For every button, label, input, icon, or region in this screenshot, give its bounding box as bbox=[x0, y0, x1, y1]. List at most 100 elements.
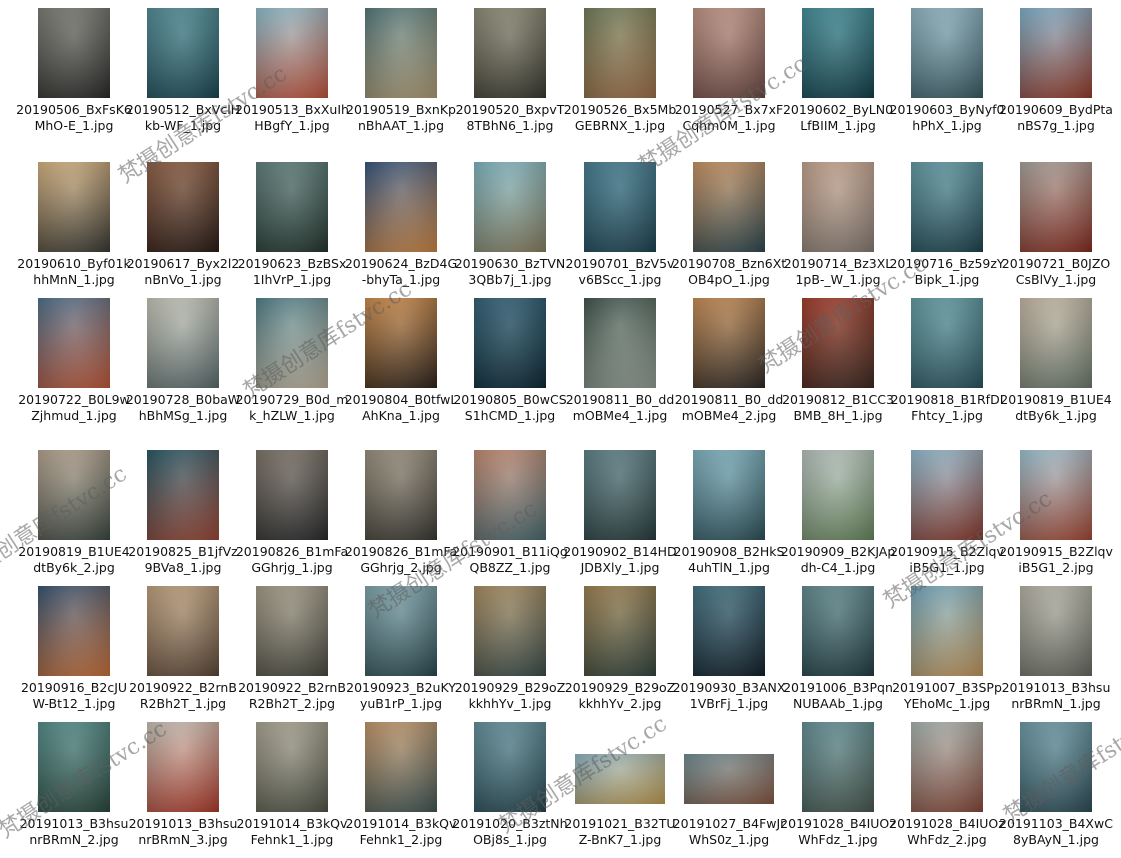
image-thumbnail[interactable] bbox=[256, 8, 328, 98]
file-tile[interactable]: 20190915_B2ZlqviB5G1_1.jpg bbox=[890, 450, 1004, 586]
image-thumbnail[interactable] bbox=[911, 722, 983, 812]
image-thumbnail[interactable] bbox=[911, 8, 983, 98]
file-tile[interactable]: 20190811_B0_ddmOBMe4_1.jpg bbox=[566, 298, 674, 434]
image-thumbnail[interactable] bbox=[911, 298, 983, 388]
image-thumbnail[interactable] bbox=[911, 450, 983, 540]
file-tile[interactable]: 20190909_B2KJApdh-C4_1.jpg bbox=[781, 450, 895, 586]
file-tile[interactable]: 20190527_Bx7xFCqhm0M_1.jpg bbox=[675, 8, 783, 144]
image-thumbnail[interactable] bbox=[693, 162, 765, 252]
file-tile[interactable]: 20190603_ByNyf0hPhX_1.jpg bbox=[890, 8, 1004, 144]
file-tile[interactable]: 20190708_Bzn6XtOB4pO_1.jpg bbox=[672, 162, 786, 298]
image-thumbnail[interactable] bbox=[684, 754, 774, 804]
image-thumbnail[interactable] bbox=[802, 586, 874, 676]
file-tile[interactable]: 20190819_B1UE4dtBy6k_1.jpg bbox=[1000, 298, 1112, 434]
image-thumbnail[interactable] bbox=[911, 162, 983, 252]
file-tile[interactable]: 20190902_B14HDJDBXly_1.jpg bbox=[563, 450, 677, 586]
file-tile[interactable]: 20191027_B4FwJrWhS0z_1.jpg bbox=[673, 722, 785, 858]
image-thumbnail[interactable] bbox=[147, 162, 219, 252]
image-thumbnail[interactable] bbox=[911, 586, 983, 676]
file-tile[interactable]: 20190519_BxnKpnBhAAT_1.jpg bbox=[346, 8, 456, 144]
image-thumbnail[interactable] bbox=[365, 298, 437, 388]
file-tile[interactable]: 20191013_B3hsunrBRmN_3.jpg bbox=[129, 722, 237, 858]
file-tile[interactable]: 20190520_BxpvT8TBhN6_1.jpg bbox=[456, 8, 564, 144]
image-thumbnail[interactable] bbox=[802, 8, 874, 98]
file-tile[interactable]: 20190617_Byx2l2nBnVo_1.jpg bbox=[127, 162, 239, 298]
file-tile[interactable]: 20190826_B1mFaGGhrjg_2.jpg bbox=[345, 450, 457, 586]
image-thumbnail[interactable] bbox=[38, 722, 110, 812]
file-tile[interactable]: 20190922_B2rnBR2Bh2T_2.jpg bbox=[238, 586, 346, 722]
image-thumbnail[interactable] bbox=[474, 8, 546, 98]
image-thumbnail[interactable] bbox=[38, 162, 110, 252]
image-thumbnail[interactable] bbox=[474, 162, 546, 252]
image-thumbnail[interactable] bbox=[802, 722, 874, 812]
file-tile[interactable]: 20190826_B1mFaGGhrjg_1.jpg bbox=[236, 450, 348, 586]
file-tile[interactable]: 20190506_BxFsK6MhO-E_1.jpg bbox=[16, 8, 132, 144]
image-thumbnail[interactable] bbox=[38, 450, 110, 540]
file-tile[interactable]: 20191014_B3kQvFehnk1_2.jpg bbox=[346, 722, 456, 858]
file-tile[interactable]: 20191013_B3hsunrBRmN_2.jpg bbox=[20, 722, 128, 858]
file-tile[interactable]: 20190512_BxVclHkb-WF_1.jpg bbox=[126, 8, 240, 144]
file-tile[interactable]: 20191028_B4IUOzWhFdz_1.jpg bbox=[780, 722, 896, 858]
image-thumbnail[interactable] bbox=[584, 586, 656, 676]
file-tile[interactable]: 20191013_B3hsunrBRmN_1.jpg bbox=[1002, 586, 1110, 722]
image-thumbnail[interactable] bbox=[365, 162, 437, 252]
file-tile[interactable]: 20190922_B2rnBR2Bh2T_1.jpg bbox=[129, 586, 237, 722]
file-tile[interactable]: 20190929_B29oZkkhhYv_1.jpg bbox=[455, 586, 565, 722]
image-thumbnail[interactable] bbox=[147, 8, 219, 98]
image-thumbnail[interactable] bbox=[693, 298, 765, 388]
file-tile[interactable]: 20190623_BzBSx1IhVrP_1.jpg bbox=[238, 162, 346, 298]
image-thumbnail[interactable] bbox=[365, 450, 437, 540]
image-thumbnail[interactable] bbox=[1020, 162, 1092, 252]
file-tile[interactable]: 20190714_Bz3XL1pB-_W_1.jpg bbox=[784, 162, 892, 298]
image-thumbnail[interactable] bbox=[802, 450, 874, 540]
image-thumbnail[interactable] bbox=[474, 586, 546, 676]
file-tile[interactable]: 20190916_B2cJUW-Bt12_1.jpg bbox=[20, 586, 128, 722]
file-tile[interactable]: 20190923_B2uKYyuB1rP_1.jpg bbox=[346, 586, 456, 722]
image-thumbnail[interactable] bbox=[1020, 298, 1092, 388]
file-tile[interactable]: 20190624_BzD4G-bhyTa_1.jpg bbox=[345, 162, 457, 298]
file-tile[interactable]: 20191006_B3PqnNUBAAb_1.jpg bbox=[783, 586, 893, 722]
image-thumbnail[interactable] bbox=[365, 8, 437, 98]
file-tile[interactable]: 20190721_B0JZOCsBlVy_1.jpg bbox=[1002, 162, 1110, 298]
file-tile[interactable]: 20191028_B4IUOzWhFdz_2.jpg bbox=[889, 722, 1005, 858]
image-thumbnail[interactable] bbox=[147, 586, 219, 676]
file-tile[interactable]: 20190825_B1jfVz9BVa8_1.jpg bbox=[128, 450, 238, 586]
image-thumbnail[interactable] bbox=[256, 298, 328, 388]
file-tile[interactable]: 20191020_B3ztNhOBj8s_1.jpg bbox=[452, 722, 568, 858]
image-thumbnail[interactable] bbox=[256, 586, 328, 676]
file-tile[interactable]: 20190610_Byf01khhMnN_1.jpg bbox=[17, 162, 131, 298]
file-tile[interactable]: 20190722_B0L9wZjhmud_1.jpg bbox=[18, 298, 130, 434]
file-tile[interactable]: 20190609_BydPtanBS7g_1.jpg bbox=[999, 8, 1113, 144]
image-thumbnail[interactable] bbox=[256, 450, 328, 540]
image-thumbnail[interactable] bbox=[365, 722, 437, 812]
image-thumbnail[interactable] bbox=[1020, 586, 1092, 676]
file-tile[interactable]: 20190602_ByLN0LfBIIM_1.jpg bbox=[783, 8, 893, 144]
file-tile[interactable]: 20191014_B3kQvFehnk1_1.jpg bbox=[237, 722, 347, 858]
file-tile[interactable]: 20190728_B0baWhBhMSg_1.jpg bbox=[126, 298, 240, 434]
file-tile[interactable]: 20190915_B2ZlqviB5G1_2.jpg bbox=[999, 450, 1113, 586]
file-tile[interactable]: 20191007_B3SPpYEhoMc_1.jpg bbox=[892, 586, 1002, 722]
file-tile[interactable]: 20190526_Bx5MbGEBRNX_1.jpg bbox=[564, 8, 676, 144]
file-tile[interactable]: 20190908_B2HkS4uhTlN_1.jpg bbox=[674, 450, 784, 586]
file-tile[interactable]: 20190929_B29oZkkhhYv_2.jpg bbox=[565, 586, 675, 722]
file-tile[interactable]: 20190819_B1UE4dtBy6k_2.jpg bbox=[18, 450, 130, 586]
image-thumbnail[interactable] bbox=[584, 298, 656, 388]
file-tile[interactable]: 20190729_B0d_mk_hZLW_1.jpg bbox=[236, 298, 348, 434]
file-tile[interactable]: 20190812_B1CC3BMB_8H_1.jpg bbox=[782, 298, 894, 434]
file-tile[interactable]: 20190716_Bz59zYBipk_1.jpg bbox=[889, 162, 1005, 298]
image-thumbnail[interactable] bbox=[256, 722, 328, 812]
image-thumbnail[interactable] bbox=[575, 754, 665, 804]
image-thumbnail[interactable] bbox=[38, 8, 110, 98]
file-tile[interactable]: 20190804_B0tfwLAhKna_1.jpg bbox=[345, 298, 457, 434]
file-tile[interactable]: 20191021_B32TUZ-BnK7_1.jpg bbox=[564, 722, 676, 858]
image-thumbnail[interactable] bbox=[693, 8, 765, 98]
image-thumbnail[interactable] bbox=[693, 586, 765, 676]
file-tile[interactable]: 20190513_BxXuIhHBgfY_1.jpg bbox=[235, 8, 349, 144]
file-tile[interactable]: 20190930_B3ANX1VBrFj_1.jpg bbox=[673, 586, 785, 722]
file-tile[interactable]: 20190805_B0wCSS1hCMD_1.jpg bbox=[453, 298, 567, 434]
image-thumbnail[interactable] bbox=[474, 722, 546, 812]
image-thumbnail[interactable] bbox=[1020, 8, 1092, 98]
file-tile[interactable]: 20190818_B1RfDIFhtcy_1.jpg bbox=[891, 298, 1003, 434]
file-tile[interactable]: 20190811_B0_ddmOBMe4_2.jpg bbox=[675, 298, 783, 434]
image-thumbnail[interactable] bbox=[38, 298, 110, 388]
